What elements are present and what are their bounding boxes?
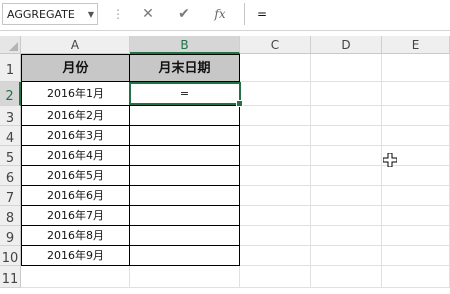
- cancel-icon[interactable]: ✕: [136, 3, 160, 25]
- cell-a6[interactable]: 2016年5月: [21, 166, 130, 186]
- cell-c3[interactable]: [240, 106, 311, 126]
- cell-c5[interactable]: [240, 146, 311, 166]
- cell-e6[interactable]: [382, 166, 450, 186]
- cell-a10[interactable]: 2016年9月: [21, 246, 130, 266]
- column-header-a[interactable]: A: [21, 36, 130, 54]
- column-header-c[interactable]: C: [240, 36, 311, 54]
- cell-b10[interactable]: [130, 246, 240, 266]
- cell-d5[interactable]: [311, 146, 382, 166]
- cell-c2[interactable]: [240, 82, 311, 106]
- cell-d10[interactable]: [311, 246, 382, 266]
- cell-a4[interactable]: 2016年3月: [21, 126, 130, 146]
- cell-a2[interactable]: 2016年1月: [21, 82, 130, 106]
- cell-b7[interactable]: [130, 186, 240, 206]
- cell-b5[interactable]: [130, 146, 240, 166]
- cell-d6[interactable]: [311, 166, 382, 186]
- fill-handle[interactable]: [236, 100, 243, 107]
- cell-e10[interactable]: [382, 246, 450, 266]
- cell-b8[interactable]: [130, 206, 240, 226]
- cell-c1[interactable]: [240, 54, 311, 82]
- cell-e8[interactable]: [382, 206, 450, 226]
- row-header-8[interactable]: 8: [0, 206, 21, 226]
- row-header-1[interactable]: 1: [0, 54, 21, 82]
- row-header-7[interactable]: 7: [0, 186, 21, 206]
- cell-a5[interactable]: 2016年4月: [21, 146, 130, 166]
- cell-e11[interactable]: [382, 266, 450, 288]
- cell-c10[interactable]: [240, 246, 311, 266]
- cell-a8[interactable]: 2016年7月: [21, 206, 130, 226]
- insert-function-icon[interactable]: fx: [208, 3, 232, 25]
- row-header-11[interactable]: 11: [0, 266, 21, 288]
- formula-bar-drag-handle-icon[interactable]: ⋮: [112, 5, 124, 23]
- cell-d11[interactable]: [311, 266, 382, 288]
- cell-e7[interactable]: [382, 186, 450, 206]
- row-header-4[interactable]: 4: [0, 126, 21, 146]
- cell-d2[interactable]: [311, 82, 382, 106]
- cell-d4[interactable]: [311, 126, 382, 146]
- cell-e9[interactable]: [382, 226, 450, 246]
- cell-c9[interactable]: [240, 226, 311, 246]
- active-cell-border[interactable]: [129, 82, 241, 105]
- cell-b1[interactable]: 月末日期: [130, 54, 240, 82]
- cell-b11[interactable]: [130, 266, 240, 288]
- cell-select-cursor-icon: [383, 153, 397, 167]
- formula-input[interactable]: =: [244, 3, 450, 25]
- name-box-value: AGGREGATE: [7, 8, 75, 21]
- column-header-d[interactable]: D: [311, 36, 382, 54]
- cell-e2[interactable]: [382, 82, 450, 106]
- row-header-9[interactable]: 9: [0, 226, 21, 246]
- cell-d8[interactable]: [311, 206, 382, 226]
- cell-c11[interactable]: [240, 266, 311, 288]
- cell-e4[interactable]: [382, 126, 450, 146]
- cell-d7[interactable]: [311, 186, 382, 206]
- cell-b3[interactable]: [130, 106, 240, 126]
- cell-d1[interactable]: [311, 54, 382, 82]
- cell-b9[interactable]: [130, 226, 240, 246]
- cell-b4[interactable]: [130, 126, 240, 146]
- select-all-corner[interactable]: [0, 36, 21, 54]
- cell-c4[interactable]: [240, 126, 311, 146]
- row-header-5[interactable]: 5: [0, 146, 21, 166]
- formula-bar: AGGREGATE ▼ ⋮ ✕ ✔ fx =: [0, 0, 450, 31]
- row-header-2[interactable]: 2: [0, 82, 21, 106]
- cell-e3[interactable]: [382, 106, 450, 126]
- row-header-10[interactable]: 10: [0, 246, 21, 266]
- cell-c7[interactable]: [240, 186, 311, 206]
- cell-c8[interactable]: [240, 206, 311, 226]
- cell-c6[interactable]: [240, 166, 311, 186]
- cell-a9[interactable]: 2016年8月: [21, 226, 130, 246]
- row-header-3[interactable]: 3: [0, 106, 21, 126]
- cell-d9[interactable]: [311, 226, 382, 246]
- column-header-e[interactable]: E: [382, 36, 450, 54]
- enter-icon[interactable]: ✔: [172, 3, 196, 25]
- cell-a11[interactable]: [21, 266, 130, 288]
- row-header-6[interactable]: 6: [0, 166, 21, 186]
- cell-a7[interactable]: 2016年6月: [21, 186, 130, 206]
- name-box[interactable]: AGGREGATE ▼: [2, 3, 98, 25]
- cell-a1[interactable]: 月份: [21, 54, 130, 82]
- column-header-b[interactable]: B: [130, 36, 240, 54]
- cell-a3[interactable]: 2016年2月: [21, 106, 130, 126]
- cell-d3[interactable]: [311, 106, 382, 126]
- chevron-down-icon[interactable]: ▼: [88, 4, 94, 26]
- cell-b6[interactable]: [130, 166, 240, 186]
- cell-e1[interactable]: [382, 54, 450, 82]
